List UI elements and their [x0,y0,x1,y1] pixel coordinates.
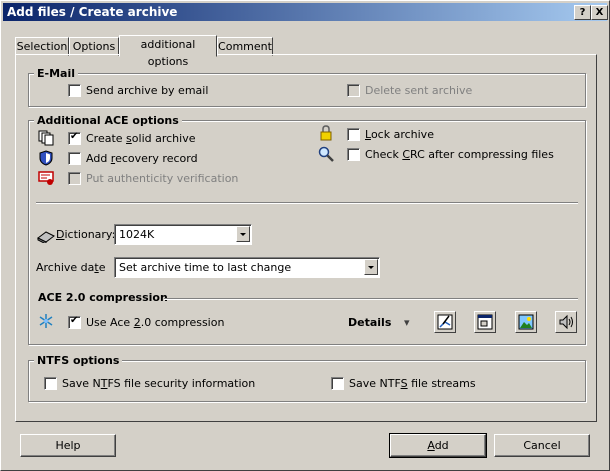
exe-compression-icon [477,314,493,330]
ntfs-streams-label: Save NTFS file streams [349,376,476,390]
add-recovery-record-checkbox[interactable]: Add recovery record [68,151,198,165]
dialog-window: Add files / Create archive ? X Selection… [0,0,610,471]
ntfs-group-title: NTFS options [34,354,123,367]
authenticity-checkbox[interactable]: Put authenticity verification [68,171,238,185]
check-crc-label: Check CRC after compressing files [365,147,554,161]
graphics-compression-button[interactable] [434,311,456,333]
ace2-divider [164,298,578,300]
ntfs-security-checkbox[interactable]: Save NTFS file security information [44,376,255,390]
dictionary-label: Dictionary: [56,228,116,241]
ace2-section-title: ACE 2.0 compression [38,291,168,304]
details-dropdown-arrow[interactable]: ▾ [404,316,410,330]
check-crc-box[interactable] [347,147,360,161]
tab-panel: E-Mail Send archive by email Delete sent… [15,54,597,422]
add-recovery-record-box[interactable] [68,151,81,165]
lock-archive-label: Lock archive [365,127,434,141]
certificate-icon [38,171,54,185]
lock-archive-checkbox[interactable]: Lock archive [347,127,434,141]
snowflake-icon [39,314,53,328]
window-title: Add files / Create archive [7,5,178,19]
lock-archive-box[interactable] [347,127,360,141]
add-button[interactable]: Add [389,433,487,458]
create-solid-archive-label: Create solid archive [86,131,196,145]
magnifier-icon [318,146,334,162]
ace-options-title: Additional ACE options [34,114,182,127]
archive-date-value: Set archive time to last change [119,261,292,274]
add-recovery-record-label: Add recovery record [86,151,198,165]
exe-compression-button[interactable] [474,311,496,333]
check-crc-checkbox[interactable]: Check CRC after compressing files [347,147,554,161]
send-by-email-checkbox[interactable]: Send archive by email [68,83,208,97]
use-ace2-box[interactable] [68,315,81,329]
delete-sent-archive-checkbox[interactable]: Delete sent archive [347,83,472,97]
dictionary-select[interactable]: 1024K [114,224,252,245]
sound-compression-icon [559,314,573,330]
ntfs-security-box[interactable] [44,376,57,390]
ntfs-streams-checkbox[interactable]: Save NTFS file streams [331,376,476,390]
archive-date-dropdown-arrow[interactable] [364,259,378,275]
send-by-email-box[interactable] [68,83,81,97]
dictionary-value: 1024K [119,228,155,241]
archive-date-select[interactable]: Set archive time to last change [114,257,380,278]
padlock-icon [320,125,332,141]
tab-additional-options[interactable]: additional options [119,35,217,68]
authenticity-label: Put authenticity verification [86,171,239,185]
graphics-compression-icon [437,314,453,330]
help-button[interactable]: Help [20,434,116,457]
sound-compression-button[interactable] [555,311,577,333]
use-ace2-checkbox[interactable]: Use Ace 2.0 compression [68,315,224,329]
ntfs-streams-box[interactable] [331,376,344,390]
ntfs-security-label: Save NTFS file security information [62,376,256,390]
shield-icon [39,150,53,166]
use-ace2-label: Use Ace 2.0 compression [86,315,225,329]
picture-compression-button[interactable] [515,311,537,333]
details-button[interactable]: Details [348,316,391,330]
send-by-email-label: Send archive by email [86,83,209,97]
dictionary-dropdown-arrow[interactable] [236,226,250,242]
email-group-title: E-Mail [34,67,78,80]
stacked-pages-icon [38,130,54,146]
divider [36,202,578,204]
create-solid-archive-checkbox[interactable]: Create solid archive [68,131,195,145]
archive-date-label: Archive date [36,261,106,274]
delete-sent-archive-label: Delete sent archive [365,83,473,97]
help-title-button[interactable]: ? [574,5,591,20]
title-bar[interactable]: Add files / Create archive ? X [3,3,608,21]
authenticity-box[interactable] [68,171,81,185]
cancel-button[interactable]: Cancel [494,434,590,457]
create-solid-archive-box[interactable] [68,131,81,145]
book-icon [37,231,55,243]
picture-compression-icon [518,314,534,330]
close-title-button[interactable]: X [591,5,608,20]
delete-sent-archive-box[interactable] [347,83,360,97]
